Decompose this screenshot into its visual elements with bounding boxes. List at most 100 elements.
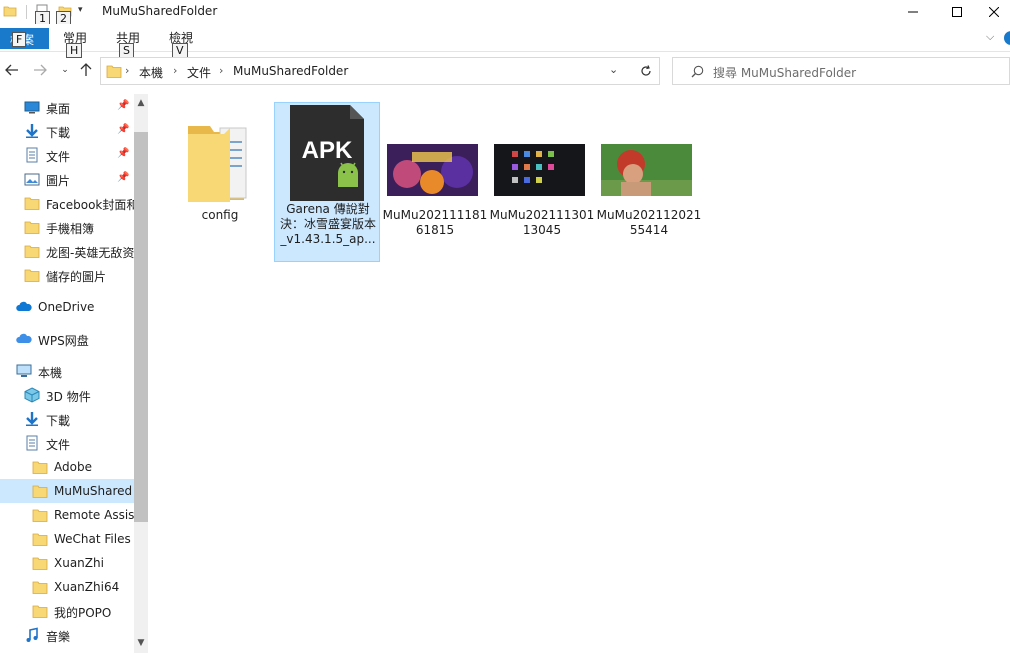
window-title: MuMuSharedFolder [102, 4, 218, 18]
address-row: ⌄ › 本機 › 文件 › MuMuSharedFolder ⌄ 搜尋 MuMu… [0, 56, 1010, 86]
folder-icon [24, 245, 40, 258]
download-icon [26, 124, 38, 138]
pin-icon: 📌 [117, 148, 130, 159]
breadcrumb-documents[interactable]: 文件 [187, 64, 211, 81]
file-item-image[interactable]: MuMu20211130113045 [489, 102, 595, 237]
maximize-button[interactable] [934, 0, 980, 24]
maximize-icon [952, 7, 962, 17]
nav-item-mumushared[interactable]: MuMuShared [0, 479, 134, 503]
folder-icon [24, 269, 40, 282]
nav-item-xuanzhi64[interactable]: XuanZhi64 [0, 575, 134, 599]
folder-icon [32, 581, 48, 594]
file-item-image[interactable]: MuMu20211118161815 [382, 102, 488, 237]
nav-item-label: Facebook封面和 [46, 198, 134, 212]
computer-icon [16, 364, 32, 377]
search-icon [691, 65, 704, 78]
pictures-icon [24, 173, 40, 186]
folder-icon [32, 509, 48, 522]
nav-item-pc-documents[interactable]: 文件 [0, 431, 134, 455]
breadcrumb-separator-icon[interactable]: › [219, 64, 223, 77]
navigation-pane: 桌面 📌 下載 📌 文件 📌 圖片 📌 Facebook封面和 手機相簿 龙图-… [0, 94, 148, 653]
nav-item-3d-objects[interactable]: 3D 物件 [0, 383, 134, 407]
nav-item-label: 3D 物件 [46, 390, 91, 404]
expand-ribbon-chevron-icon[interactable]: ⌵ [986, 30, 994, 44]
address-dropdown-chevron-icon[interactable]: ⌄ [609, 63, 618, 76]
breadcrumb-separator-icon[interactable]: › [125, 64, 129, 77]
folder-icon [24, 221, 40, 234]
forward-button[interactable] [32, 62, 48, 78]
nav-item-label: OneDrive [38, 300, 95, 314]
minimize-button[interactable] [890, 0, 936, 24]
large-folder-icon [188, 126, 247, 202]
nav-item-label: MuMuShared [54, 484, 133, 498]
file-view: config APK Garena 傳說對決：冰雪盛宴版本_v1.43.1.5_… [148, 94, 1010, 653]
nav-item-onedrive[interactable]: OneDrive [0, 295, 134, 319]
file-item-folder[interactable]: config [167, 102, 273, 262]
image-thumbnail [387, 144, 478, 196]
nav-item-label: 文件 [46, 438, 71, 452]
nav-item-my-popo[interactable]: 我的POPO [0, 599, 134, 623]
nav-item-wechat-files[interactable]: WeChat Files [0, 527, 134, 551]
nav-item-documents[interactable]: 文件 📌 [0, 143, 134, 167]
folder-icon [32, 461, 48, 474]
up-button[interactable] [78, 62, 94, 78]
nav-item-longtu-folder[interactable]: 龙图-英雄无敌资 [0, 239, 134, 263]
nav-item-this-pc[interactable]: 本機 [0, 359, 134, 383]
nav-item-music[interactable]: 音樂 [0, 623, 134, 647]
refresh-button[interactable] [632, 57, 660, 85]
nav-item-facebook-folder[interactable]: Facebook封面和 [0, 191, 134, 215]
tab-file[interactable]: 檔案 F [0, 28, 49, 49]
nav-item-adobe[interactable]: Adobe [0, 455, 134, 479]
nav-item-label: 圖片 [46, 174, 71, 188]
nav-item-label: 下載 [46, 126, 71, 140]
file-item-image[interactable]: MuMu20211202155414 [596, 102, 702, 237]
nav-item-saved-pictures[interactable]: 儲存的圖片 [0, 263, 134, 287]
nav-item-phone-album[interactable]: 手機相簿 [0, 215, 134, 239]
file-name: Garena 傳說對決：冰雪盛宴版本_v1.43.1.5_ap... [279, 202, 376, 246]
file-name: MuMu20211118161815 [382, 208, 488, 237]
help-icon[interactable] [1004, 31, 1010, 45]
apk-badge: APK [301, 137, 353, 164]
close-icon [989, 7, 999, 17]
address-bar[interactable]: › 本機 › 文件 › MuMuSharedFolder ⌄ [100, 57, 660, 85]
keytip-f: F [12, 32, 27, 47]
file-item-apk[interactable]: APK Garena 傳說對決：冰雪盛宴版本_v1.43.1.5_ap... [274, 102, 380, 262]
scroll-up-arrow-icon[interactable]: ▲ [134, 98, 148, 114]
pin-icon: 📌 [117, 100, 130, 111]
nav-item-label: XuanZhi [54, 556, 104, 570]
recent-locations-button[interactable]: ⌄ [57, 62, 73, 78]
refresh-icon [640, 65, 651, 76]
nav-item-wps[interactable]: WPS网盘 [0, 327, 134, 351]
nav-item-label: 桌面 [46, 102, 71, 116]
nav-item-label: 下載 [46, 414, 71, 428]
nav-item-xuanzhi[interactable]: XuanZhi [0, 551, 134, 575]
scroll-down-arrow-icon[interactable]: ▼ [134, 638, 148, 654]
file-name: MuMu20211202155414 [596, 208, 702, 237]
customize-toolbar-chevron-icon[interactable]: ▾ [78, 5, 83, 15]
nav-item-desktop[interactable]: 桌面 📌 [0, 95, 134, 119]
nav-item-remote-assist[interactable]: Remote Assist [0, 503, 134, 527]
minimize-icon [908, 11, 918, 13]
nav-item-pictures[interactable]: 圖片 📌 [0, 167, 134, 191]
nav-item-label: 音樂 [46, 630, 71, 644]
nav-item-label: 儲存的圖片 [46, 270, 107, 284]
breadcrumb-this-pc[interactable]: 本機 [139, 64, 163, 81]
nav-item-pc-downloads[interactable]: 下載 [0, 407, 134, 431]
nav-item-label: 文件 [46, 150, 71, 164]
back-button[interactable] [4, 62, 20, 78]
nav-item-label: WPS网盘 [38, 334, 89, 348]
arrow-left-icon [5, 64, 18, 76]
desktop-icon [24, 101, 40, 114]
search-input[interactable]: 搜尋 MuMuSharedFolder [713, 64, 856, 81]
nav-scrollbar-thumb[interactable] [134, 132, 148, 522]
breadcrumb-separator-icon[interactable]: › [173, 64, 177, 77]
nav-item-downloads[interactable]: 下載 📌 [0, 119, 134, 143]
cloud-icon [16, 301, 32, 311]
nav-item-label: 本機 [38, 366, 63, 380]
close-button[interactable] [978, 0, 1010, 24]
breadcrumb-mumushared[interactable]: MuMuSharedFolder [233, 64, 348, 78]
music-icon [26, 627, 38, 642]
search-box[interactable]: 搜尋 MuMuSharedFolder [672, 57, 1010, 85]
folder-icon [32, 557, 48, 570]
title-bar: ▾ 1 2 MuMuSharedFolder [0, 0, 1010, 26]
